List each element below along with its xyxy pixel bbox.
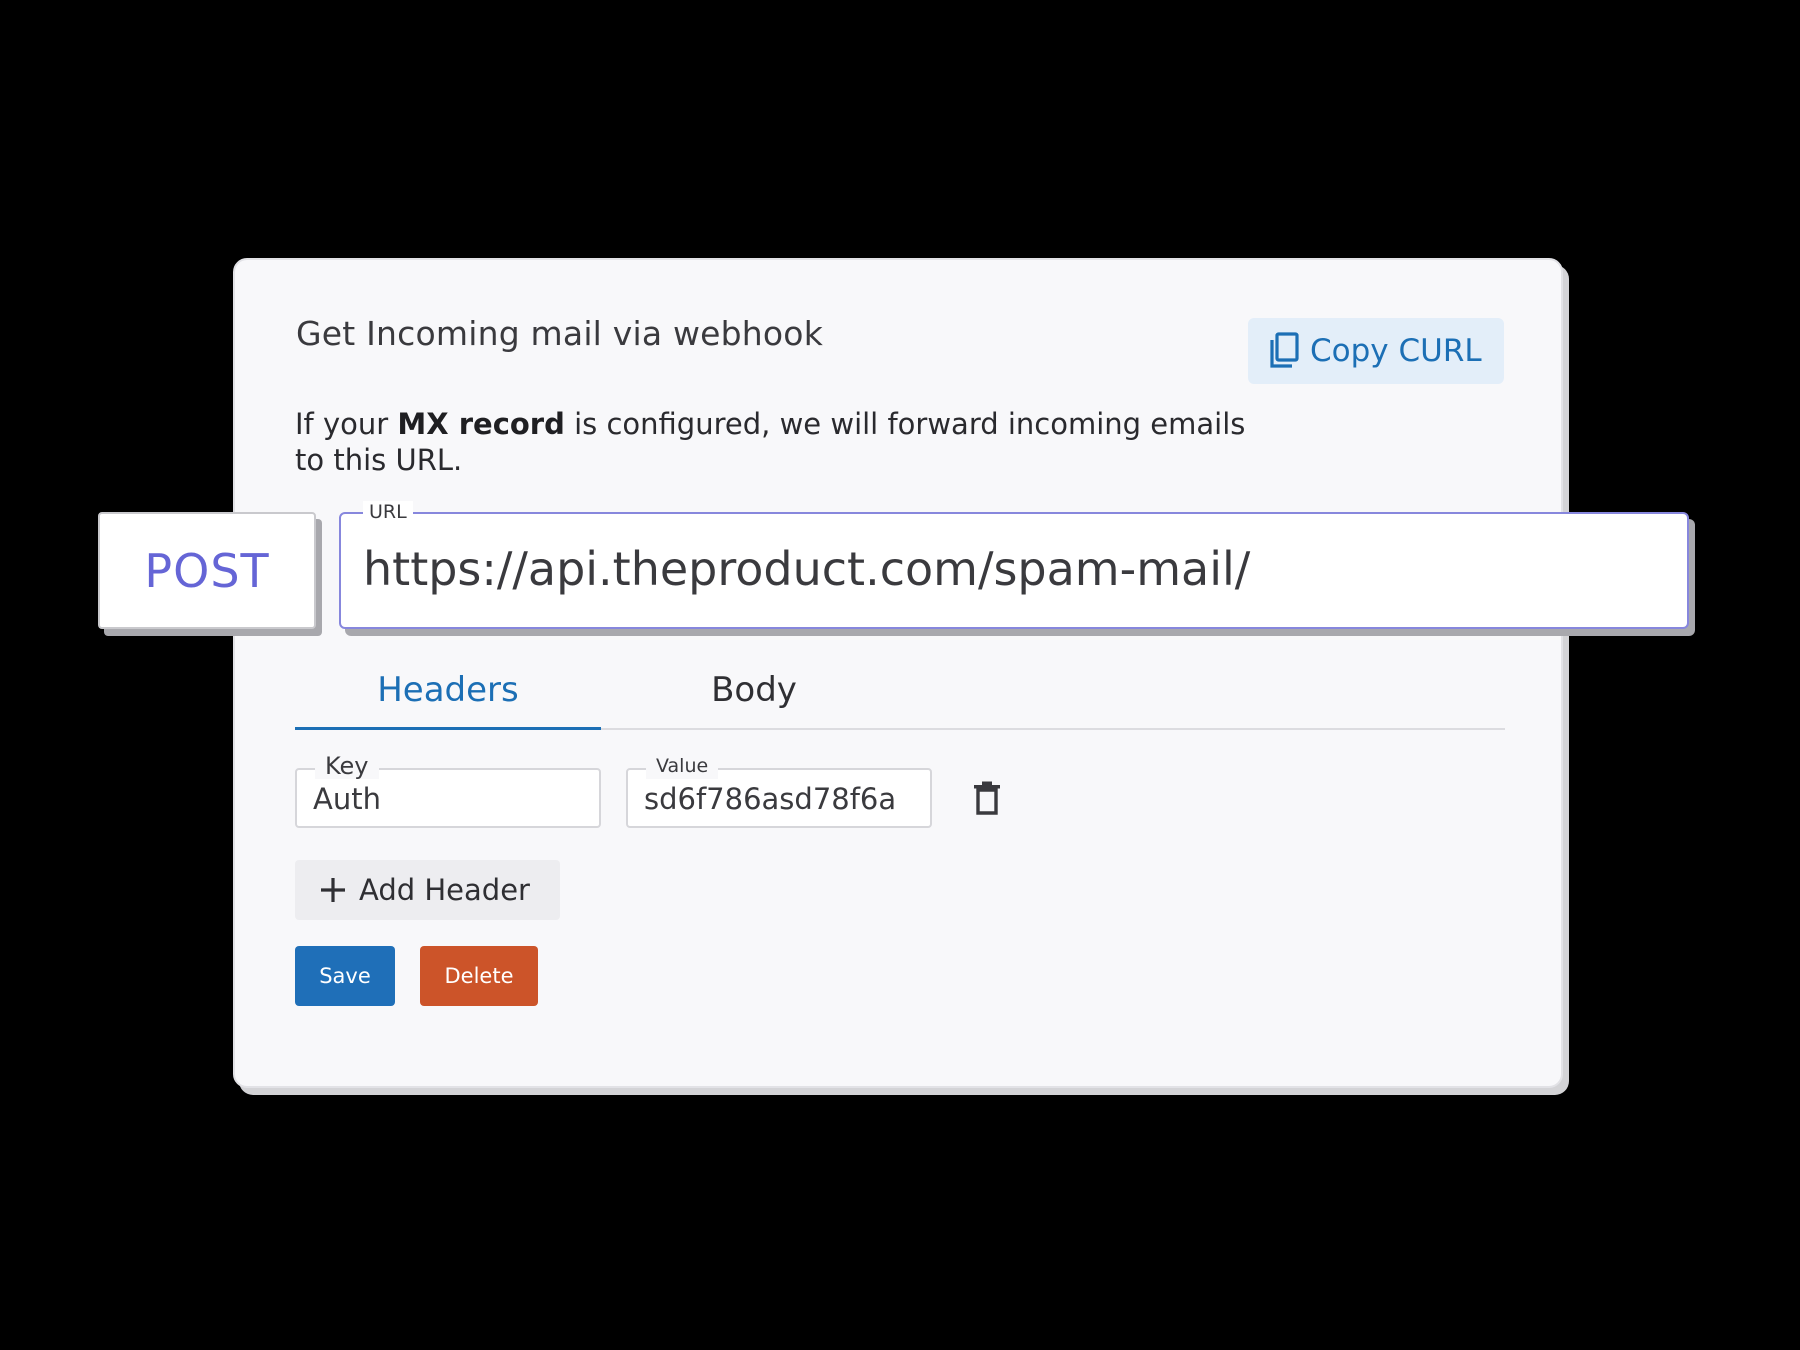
copy-curl-label: Copy CURL — [1310, 333, 1482, 369]
copy-curl-button[interactable]: Copy CURL — [1248, 318, 1504, 384]
tab-headers[interactable]: Headers — [295, 670, 601, 730]
header-key-label: Key — [315, 753, 379, 779]
url-input[interactable] — [363, 542, 1663, 596]
plus-icon — [321, 878, 345, 902]
add-header-button[interactable]: Add Header — [295, 860, 560, 920]
header-key-field: Key — [295, 753, 601, 828]
trash-icon — [974, 781, 1000, 815]
header-value-field: Value — [626, 753, 932, 828]
description-emphasis: MX record — [397, 407, 565, 441]
webhook-card: Get Incoming mail via webhook Copy CURL … — [233, 258, 1563, 1088]
description-text: If your MX record is configured, we will… — [295, 406, 1265, 478]
header-value-input[interactable] — [644, 782, 914, 816]
delete-button[interactable]: Delete — [420, 946, 538, 1006]
url-label: URL — [363, 501, 413, 523]
header-key-input[interactable] — [313, 782, 583, 816]
add-header-label: Add Header — [359, 873, 530, 907]
card-title: Get Incoming mail via webhook — [296, 314, 824, 353]
save-button[interactable]: Save — [295, 946, 395, 1006]
tab-body[interactable]: Body — [601, 670, 907, 728]
description-before: If your — [295, 407, 398, 441]
delete-header-button[interactable] — [972, 780, 1002, 816]
header-value-label: Value — [646, 753, 719, 779]
http-method-select[interactable]: POST — [98, 512, 316, 629]
copy-icon — [1270, 332, 1299, 368]
tab-bar: Headers Body — [295, 670, 1505, 730]
url-field: URL — [339, 501, 1689, 629]
